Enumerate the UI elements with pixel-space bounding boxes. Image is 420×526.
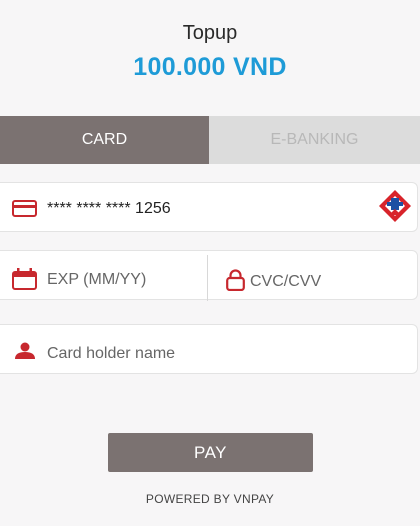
bank-logo xyxy=(376,187,414,225)
tab-e-banking[interactable]: E-BANKING xyxy=(209,116,420,164)
card-number-field[interactable]: **** **** **** 1256 xyxy=(0,182,418,232)
page-title: Topup xyxy=(182,22,238,44)
card-holder-name-input[interactable]: Card holder name xyxy=(47,344,175,364)
card-number-value: **** **** **** 1256 xyxy=(47,200,171,217)
calendar-icon xyxy=(12,268,37,290)
expiry-cvc-row: EXP (MM/YY) CVC/CVV xyxy=(0,250,418,301)
credit-card-icon xyxy=(12,200,37,217)
lock-icon xyxy=(226,269,245,291)
card-holder-name-field[interactable]: Card holder name xyxy=(0,324,418,374)
cvc-input[interactable]: CVC/CVV xyxy=(250,272,321,292)
expiry-input[interactable]: EXP (MM/YY) xyxy=(47,270,146,290)
tab-card[interactable]: CARD xyxy=(0,116,209,164)
powered-by-label: POWERED BY VNPAY xyxy=(145,492,275,506)
field-divider xyxy=(207,255,208,301)
pay-button[interactable]: PAY xyxy=(108,433,313,472)
topup-amount: 100.000 VND xyxy=(133,53,287,81)
payment-method-tabs: CARD E-BANKING xyxy=(0,116,420,164)
user-icon xyxy=(15,342,35,359)
